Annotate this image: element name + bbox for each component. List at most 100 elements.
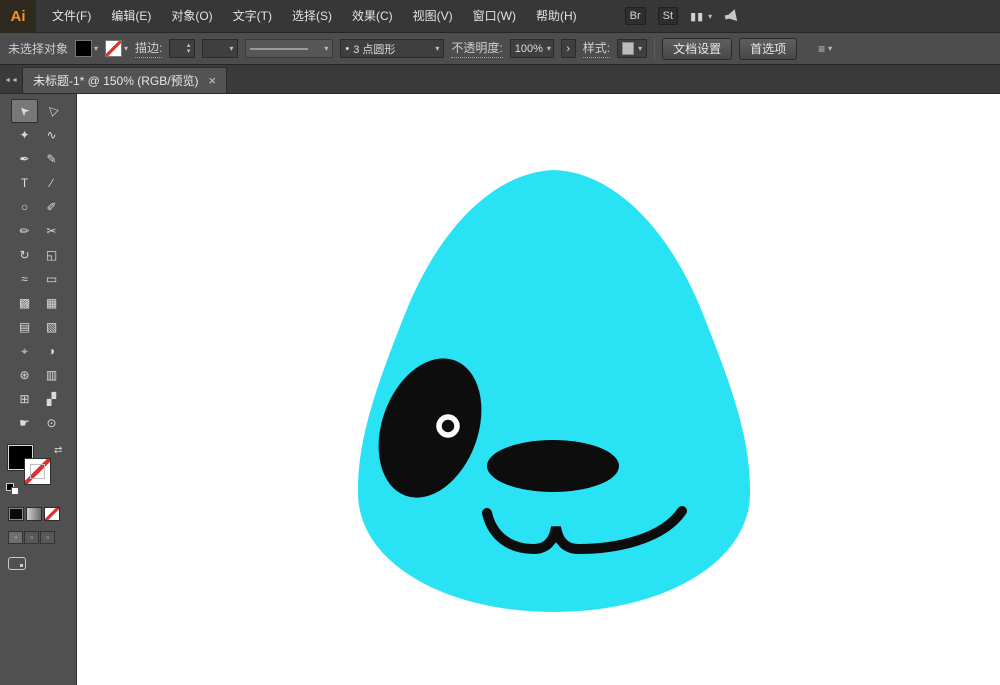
artwork: [357, 170, 751, 612]
scissors-tool[interactable]: ✂: [38, 219, 65, 243]
spinner-arrows-icon[interactable]: ▴ ▾: [187, 42, 191, 55]
stock-button[interactable]: St: [657, 7, 679, 25]
type-tool-icon: T: [20, 176, 29, 190]
menu-file[interactable]: 文件(F): [42, 0, 101, 32]
style-dropdown[interactable]: ▾: [617, 39, 648, 58]
drawing-mode-buttons: ▫ ▫ ▫: [8, 531, 76, 544]
width-profile-preview: [250, 47, 309, 50]
menu-bar: Ai 文件(F) 编辑(E) 对象(O) 文字(T) 选择(S) 效果(C) 视…: [0, 0, 1000, 33]
shape-builder-tool[interactable]: ▩: [11, 291, 38, 315]
draw-inside-button[interactable]: ▫: [40, 531, 55, 544]
brush-definition-dropdown[interactable]: • 3 点圆形 ▾: [340, 39, 445, 58]
draw-normal-button[interactable]: ▫: [8, 531, 23, 544]
blend-tool[interactable]: ◑: [38, 339, 65, 363]
zoom-tool-icon: ⊙: [46, 416, 57, 430]
tools-panel: ➤ ▷ ✦ ∿ ✒ ✎ T ∕ ○ ✐ ✏ ✂ ↻ ◱ ≈ ▭ ▩ ▦ ▤ ▧ …: [0, 94, 77, 685]
panel-menu-control[interactable]: ≡ ▾: [818, 42, 832, 56]
direct-selection-tool-icon: ▷: [43, 102, 60, 120]
spinner-down-icon[interactable]: ▾: [187, 48, 191, 55]
artboard-tool[interactable]: ⊞: [11, 387, 38, 411]
menu-lines-icon: ≡: [818, 41, 826, 56]
announcement-icon[interactable]: [724, 9, 740, 23]
expand-arrow-icon: ›: [566, 42, 571, 55]
preferences-button[interactable]: 首选项: [739, 37, 798, 60]
stroke-color-control[interactable]: ▾: [105, 40, 128, 57]
control-bar: 未选择对象 ▾ ▾ 描边: ▴ ▾ ▾ ▾ • 3 点圆形 ▾ 不透明度: 10…: [0, 33, 1000, 65]
chevron-down-icon: ▾: [828, 44, 833, 53]
column-graph-tool[interactable]: ▥: [38, 363, 65, 387]
none-button[interactable]: [44, 507, 60, 521]
document-tab[interactable]: 未标题-1* @ 150% (RGB/预览) ×: [22, 67, 228, 93]
eyedropper-tool[interactable]: ⌖: [11, 339, 38, 363]
tab-close-icon[interactable]: ×: [209, 74, 217, 87]
paintbrush-tool[interactable]: ✐: [38, 195, 65, 219]
chevron-down-icon: ▾: [124, 44, 129, 53]
draw-behind-button[interactable]: ▫: [24, 531, 39, 544]
zoom-tool[interactable]: ⊙: [38, 411, 65, 435]
type-tool[interactable]: T: [11, 171, 38, 195]
app-logo[interactable]: Ai: [0, 0, 36, 33]
eyedropper-tool-icon: ⌖: [21, 343, 28, 358]
slice-tool[interactable]: ▞: [38, 387, 65, 411]
stroke-weight-spinner[interactable]: ▴ ▾: [169, 39, 196, 58]
magic-wand-tool[interactable]: ✦: [11, 123, 38, 147]
free-transform-tool[interactable]: ▭: [38, 267, 65, 291]
perspective-grid-tool[interactable]: ▦: [38, 291, 65, 315]
stroke-none-swatch[interactable]: [105, 40, 123, 57]
opacity-label[interactable]: 不透明度:: [451, 39, 503, 58]
collapse-panel-icon[interactable]: ◄◄: [0, 77, 22, 93]
menu-type[interactable]: 文字(T): [223, 0, 282, 32]
workspace-switcher[interactable]: ▮▮ ▾: [690, 10, 712, 23]
lasso-tool-icon: ∿: [46, 128, 57, 142]
selection-tool-icon: ➤: [15, 102, 34, 120]
opacity-input[interactable]: 100% ▾: [509, 39, 554, 58]
mesh-tool[interactable]: ▤: [11, 315, 38, 339]
fill-color-swatch[interactable]: [75, 40, 93, 57]
nose-shape[interactable]: [487, 440, 619, 492]
symbol-sprayer-tool[interactable]: ⊛: [11, 363, 38, 387]
lasso-tool[interactable]: ∿: [38, 123, 65, 147]
menu-object[interactable]: 对象(O): [161, 0, 222, 32]
gradient-tool[interactable]: ▧: [38, 315, 65, 339]
slice-tool-icon: ▞: [46, 392, 57, 406]
selection-tool[interactable]: ➤: [11, 99, 38, 123]
menu-view[interactable]: 视图(V): [403, 0, 463, 32]
variable-width-profile-dropdown[interactable]: ▾: [245, 39, 334, 58]
chevron-down-icon: ▾: [229, 44, 234, 53]
style-label[interactable]: 样式:: [582, 39, 611, 58]
menu-help[interactable]: 帮助(H): [526, 0, 587, 32]
screen-mode-row: [8, 556, 76, 574]
menu-window[interactable]: 窗口(W): [463, 0, 526, 32]
swap-fill-stroke-icon[interactable]: ⇄: [54, 445, 62, 456]
shape-builder-tool-icon: ▩: [18, 296, 31, 310]
direct-selection-tool[interactable]: ▷: [38, 99, 65, 123]
color-type-buttons: [8, 507, 76, 521]
scale-tool[interactable]: ◱: [38, 243, 65, 267]
stroke-swatch[interactable]: [25, 459, 50, 484]
canvas[interactable]: [77, 94, 1000, 685]
color-button[interactable]: [8, 507, 24, 521]
hand-tool[interactable]: ☛: [11, 411, 38, 435]
menu-effect[interactable]: 效果(C): [342, 0, 403, 32]
default-fill-stroke-icon[interactable]: [6, 483, 22, 496]
gradient-button[interactable]: [26, 507, 42, 521]
menu-edit[interactable]: 编辑(E): [101, 0, 161, 32]
document-setup-button[interactable]: 文档设置: [662, 37, 733, 60]
screen-mode-button[interactable]: [8, 557, 26, 570]
fill-color-control[interactable]: ▾: [75, 40, 98, 57]
bridge-button[interactable]: Br: [624, 7, 646, 25]
pencil-tool[interactable]: ✏: [11, 219, 38, 243]
magic-wand-tool-icon: ✦: [19, 128, 30, 142]
width-tool[interactable]: ≈: [11, 267, 38, 291]
tools-grid: ➤ ▷ ✦ ∿ ✒ ✎ T ∕ ○ ✐ ✏ ✂ ↻ ◱ ≈ ▭ ▩ ▦ ▤ ▧ …: [0, 94, 76, 435]
line-segment-tool[interactable]: ∕: [38, 171, 65, 195]
stroke-weight-label[interactable]: 描边:: [135, 39, 163, 58]
menu-select[interactable]: 选择(S): [282, 0, 342, 32]
curvature-tool-icon: ✎: [46, 152, 57, 166]
ellipse-tool[interactable]: ○: [11, 195, 38, 219]
opacity-panel-expand-button[interactable]: ›: [560, 39, 576, 58]
stroke-weight-dropdown[interactable]: ▾: [202, 39, 239, 58]
pen-tool[interactable]: ✒: [11, 147, 38, 171]
rotate-tool[interactable]: ↻: [11, 243, 38, 267]
curvature-tool[interactable]: ✎: [38, 147, 65, 171]
